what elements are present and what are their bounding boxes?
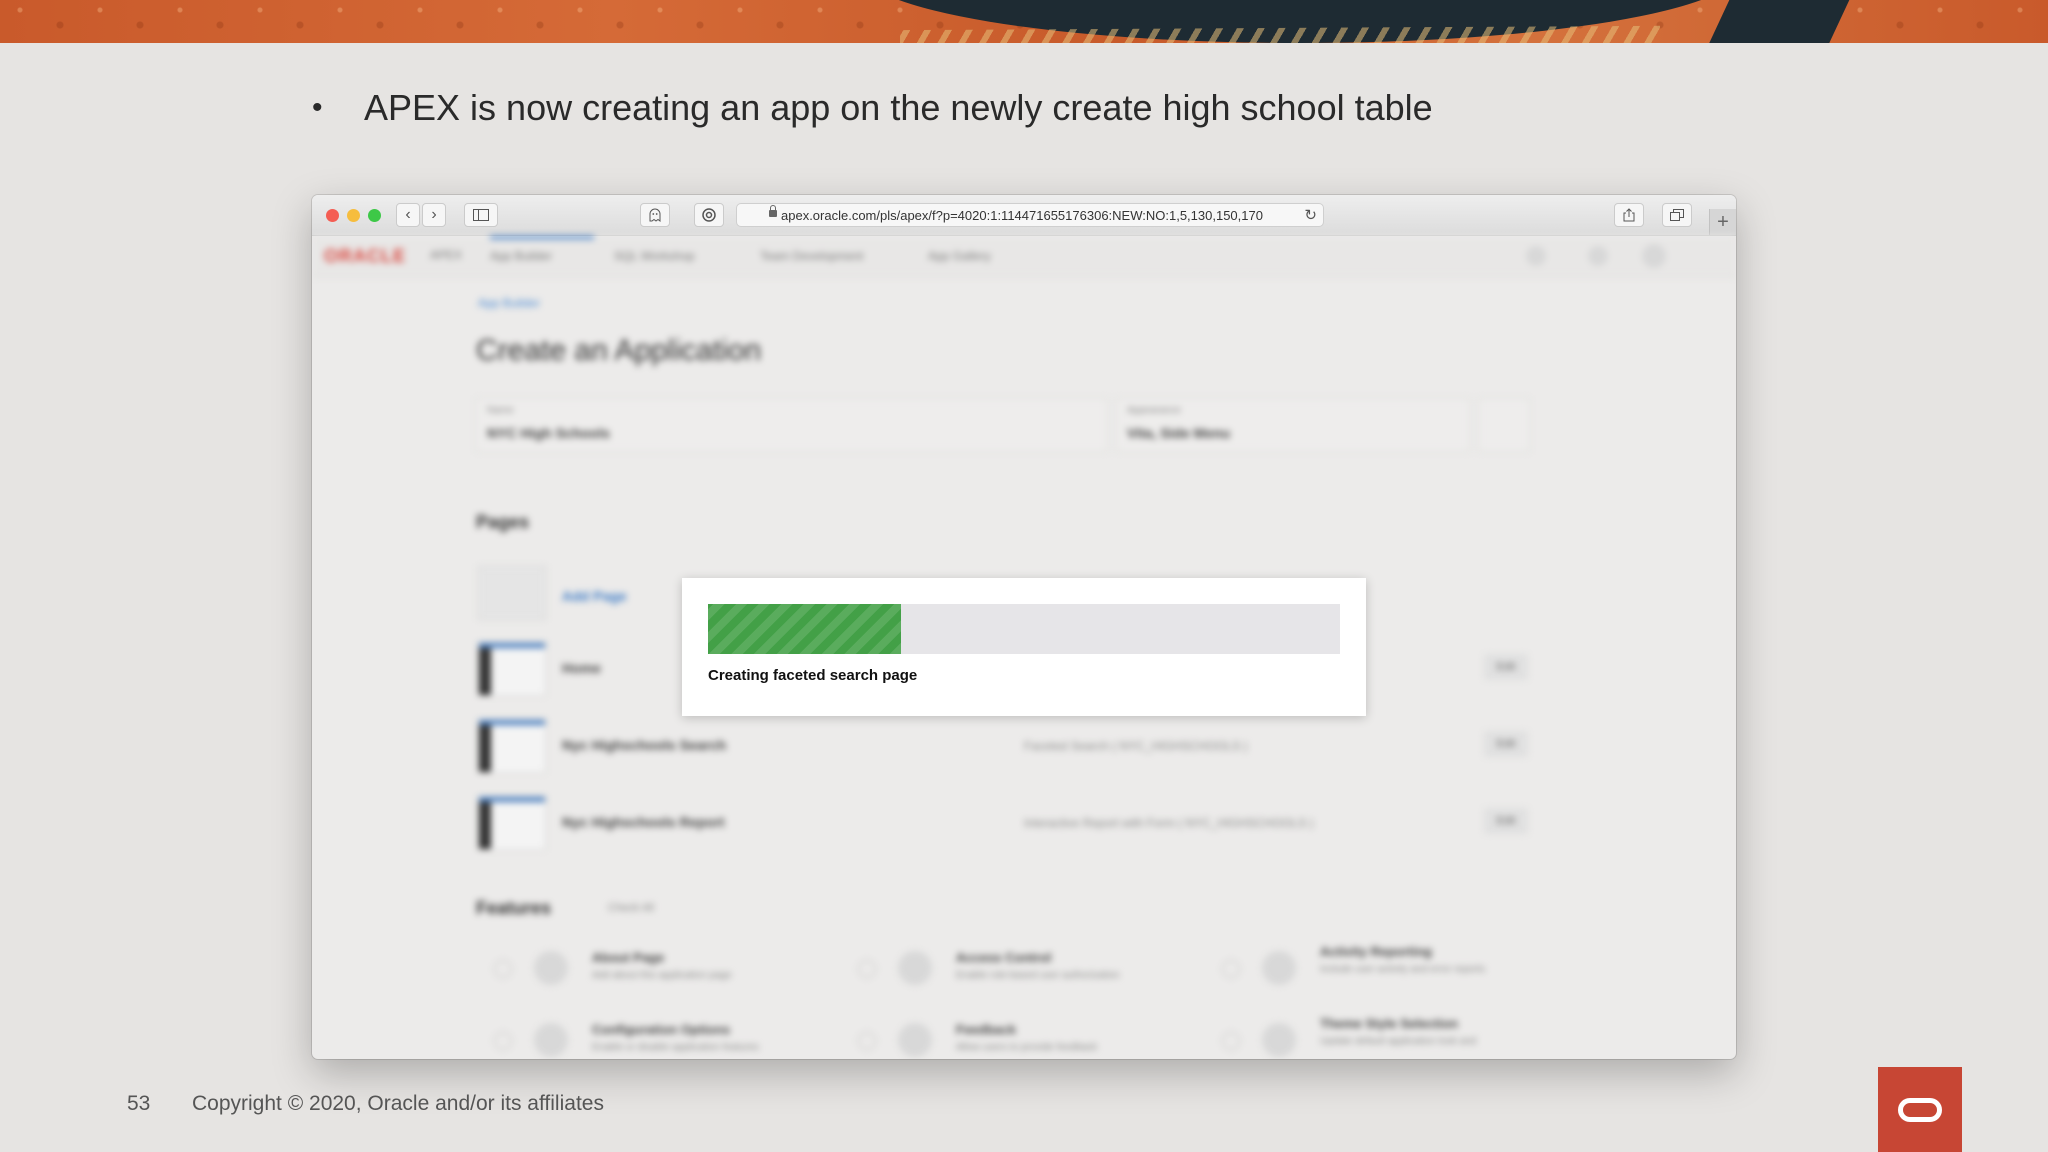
feature-description: Enable or disable application features [592, 1042, 759, 1053]
progress-bar [708, 604, 1340, 654]
minimize-window-button[interactable] [347, 209, 360, 222]
nav-team-development[interactable]: Team Development [760, 249, 863, 263]
pages-heading: Pages [476, 512, 530, 532]
search-icon [1262, 951, 1296, 985]
edit-page-button[interactable]: Edit [1484, 808, 1528, 834]
page-name: Nyc Highschools Report [562, 814, 725, 830]
nav-sql-workshop[interactable]: SQL Workshop [614, 249, 695, 263]
page-name: Nyc Highschools Search [562, 737, 727, 753]
comment-icon [898, 1023, 932, 1057]
feature-name: Theme Style Selection [1320, 1016, 1458, 1031]
edit-page-button[interactable]: Edit [1484, 731, 1528, 757]
feature-checkbox[interactable] [494, 1032, 512, 1050]
active-tab-indicator [490, 236, 594, 239]
nav-app-gallery[interactable]: App Gallery [928, 249, 991, 263]
page-name: Home [562, 660, 601, 676]
forward-button[interactable]: › [422, 203, 446, 227]
appearance-field-value: Vita, Side Menu [1127, 425, 1231, 441]
name-field-value: NYC High Schools [487, 425, 610, 441]
feature-name: Access Control [956, 950, 1052, 965]
url-text: apex.oracle.com/pls/apex/f?p=4020:1:1144… [781, 207, 1263, 223]
progress-status-text: Creating faceted search page [708, 667, 918, 684]
feature-checkbox[interactable] [1222, 960, 1240, 978]
oracle-logo[interactable]: ORACLE [324, 246, 406, 267]
name-field[interactable]: Name NYC High Schools [476, 398, 1108, 452]
banner-shape [1706, 0, 1854, 43]
feature-checkbox[interactable] [1222, 1032, 1240, 1050]
page-thumbnail [478, 719, 546, 773]
appearance-field-label: Appearance [1127, 405, 1181, 416]
nav-app-builder[interactable]: App Builder [490, 249, 552, 263]
plus-icon: + [1717, 210, 1729, 233]
back-button[interactable]: ‹ [396, 203, 420, 227]
info-circle-icon [702, 208, 716, 222]
check-all-link[interactable]: Check All [608, 902, 654, 914]
progress-dialog: Creating faceted search page [682, 578, 1366, 716]
page-thumbnail [478, 796, 546, 850]
extension-button[interactable] [694, 203, 724, 227]
feature-description: Update default application look and [1320, 1036, 1477, 1047]
sidebar-toggle-button[interactable] [464, 203, 498, 227]
appearance-field[interactable]: Appearance Vita, Side Menu [1116, 398, 1470, 452]
copyright-notice: Copyright © 2020, Oracle and/or its affi… [192, 1092, 604, 1115]
tab-overview-button[interactable] [1662, 203, 1692, 227]
share-button[interactable] [1614, 203, 1644, 227]
page-number: 53 [127, 1092, 151, 1115]
apex-nav-bar: ORACLE APEX App Builder SQL Workshop Tea… [312, 236, 1736, 277]
feature-name: Configuration Options [592, 1022, 730, 1037]
breadcrumb[interactable]: App Builder [478, 296, 540, 310]
feature-name: About Page [592, 950, 665, 965]
chevron-right-icon: › [431, 206, 437, 223]
maximize-window-button[interactable] [368, 209, 381, 222]
feature-name: Feedback [956, 1022, 1016, 1037]
address-bar[interactable]: apex.oracle.com/pls/apex/f?p=4020:1:1144… [736, 203, 1324, 227]
ghost-icon [649, 208, 661, 222]
key-icon [898, 951, 932, 985]
close-window-button[interactable] [326, 209, 339, 222]
feature-checkbox[interactable] [494, 960, 512, 978]
appearance-settings-button[interactable] [1478, 398, 1530, 452]
new-tab-button[interactable]: + [1709, 209, 1736, 235]
apex-logo-text: APEX [430, 248, 463, 262]
privacy-report-button[interactable] [640, 203, 670, 227]
page-thumbnail [478, 642, 546, 696]
oracle-o-icon [1898, 1097, 1942, 1122]
feature-description: Add about this application page [592, 970, 732, 981]
name-field-label: Name [487, 405, 514, 416]
page-title: Create an Application [476, 334, 762, 367]
decorative-banner [0, 0, 2048, 43]
page-type: Faceted Search ( NYC_HIGHSCHOOLS ) [1024, 739, 1248, 753]
lock-icon [769, 205, 777, 217]
share-icon [1623, 208, 1635, 222]
browser-toolbar: ‹ › apex.oracle.com/pls/apex/f?p=4020:1:… [312, 195, 1736, 236]
feature-description: Allow users to provide feedback [956, 1042, 1098, 1053]
bullet-dot: • [312, 91, 323, 124]
slide-bullet: • APEX is now creating an app on the new… [312, 84, 1433, 132]
oracle-logo-badge [1878, 1067, 1962, 1152]
features-heading: Features [476, 898, 552, 918]
add-page-thumbnail[interactable] [478, 566, 546, 620]
settings-icon [534, 1023, 568, 1057]
feature-checkbox[interactable] [858, 1032, 876, 1050]
tabs-icon [1670, 209, 1684, 221]
info-icon [534, 951, 568, 985]
add-page-link[interactable]: Add Page [562, 588, 627, 604]
bullet-text: APEX is now creating an app on the newly… [364, 87, 1433, 128]
feature-checkbox[interactable] [858, 960, 876, 978]
feature-description: Enable role-based user authorization [956, 970, 1120, 981]
edit-page-button[interactable]: Edit [1484, 654, 1528, 680]
sidebar-icon [473, 209, 489, 221]
search-icon[interactable] [1526, 246, 1546, 266]
reload-icon[interactable]: ↻ [1304, 206, 1317, 224]
feature-name: Activity Reporting [1320, 944, 1432, 959]
help-icon[interactable] [1588, 246, 1608, 266]
page-type: Interactive Report with Form ( NYC_HIGHS… [1024, 816, 1314, 830]
progress-bar-fill [708, 604, 902, 654]
chevron-left-icon: ‹ [405, 206, 411, 223]
brush-icon [1262, 1023, 1296, 1057]
avatar[interactable] [1642, 244, 1666, 268]
feature-description: Include user activity and error reports [1320, 964, 1486, 975]
